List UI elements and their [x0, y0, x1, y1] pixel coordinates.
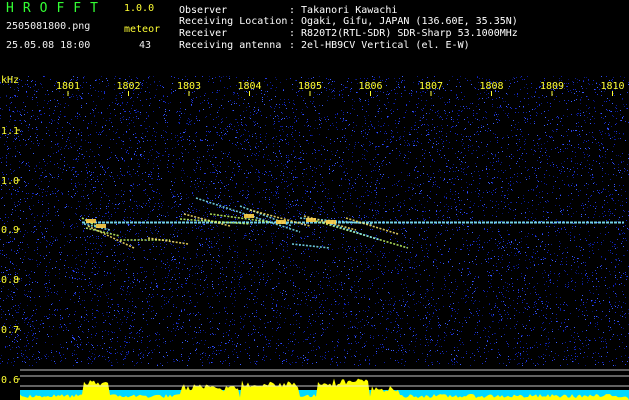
time-tick-label: 1803 — [177, 81, 201, 92]
meteor-label: meteor — [124, 24, 161, 35]
location-label: Receiving Location — [179, 16, 288, 27]
freq-tick-label: 0.6 — [1, 375, 19, 386]
meteor-head — [326, 220, 336, 224]
time-tick-label: 1809 — [540, 81, 564, 92]
time-tick-label: 1804 — [237, 81, 261, 92]
meteor-head — [244, 214, 254, 218]
location-value: : Ogaki, Gifu, JAPAN (136.60E, 35.35N) — [289, 16, 518, 27]
file-name: 2505081800.png — [6, 21, 91, 32]
freq-tick-label: 0.8 — [1, 275, 19, 286]
time-tick-label: 1807 — [419, 81, 443, 92]
spectrogram-background — [0, 74, 629, 400]
app-title: HROFFT — [6, 1, 107, 16]
meteor-head — [306, 218, 316, 222]
meteor-count: 43 — [139, 40, 152, 51]
time-tick-label: 1802 — [116, 81, 140, 92]
antenna-label: Receiving antenna — [179, 40, 282, 51]
meteor-head — [86, 219, 96, 223]
observer-value: : Takanori Kawachi — [289, 5, 398, 16]
spectrogram: 1801 1802 1803 1804 1805 1806 1807 1808 1809 1810… — [0, 74, 629, 400]
receiver-label: Receiver — [179, 28, 228, 39]
antenna-value: : 2el-HB9CV Vertical (el. E-W) — [289, 40, 470, 51]
frequency-unit-label: kHz — [1, 75, 19, 86]
observer-label: Observer — [179, 5, 228, 16]
receiver-value: : R820T2(RTL-SDR) SDR-Sharp 53.1000MHz — [289, 28, 518, 39]
freq-tick-label: 1.0 — [1, 176, 19, 187]
time-tick-label: 1805 — [298, 81, 322, 92]
freq-tick-label: 1.1 — [1, 126, 19, 137]
time-tick-label: 1808 — [479, 81, 503, 92]
freq-tick-label: 0.7 — [1, 325, 19, 336]
time-tick-label: 1801 — [56, 81, 80, 92]
app-version: 1.0.0 — [124, 3, 155, 14]
time-tick-label: 1810 — [600, 81, 624, 92]
header-panel: HROFFT 1.0.0 2505081800.png meteor 25.05… — [0, 0, 629, 74]
freq-tick-label: 0.9 — [1, 225, 19, 236]
meteor-head — [276, 220, 286, 224]
date-time: 25.05.08 18:00 — [6, 40, 91, 51]
meteor-head — [96, 224, 106, 228]
time-tick-label: 1806 — [358, 81, 382, 92]
